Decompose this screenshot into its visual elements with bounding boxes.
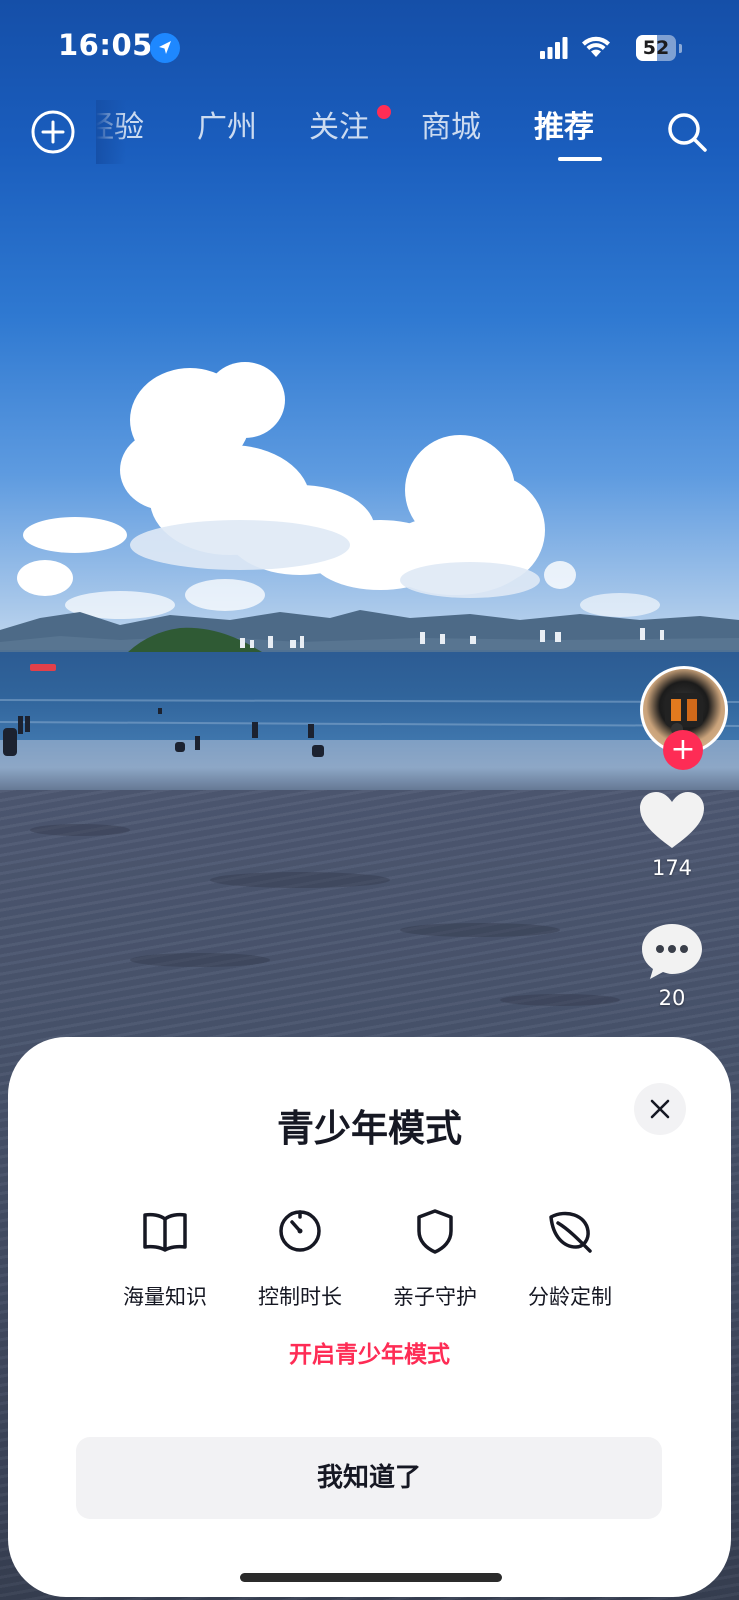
book-icon [143, 1212, 187, 1252]
battery-indicator: 52 [636, 35, 682, 61]
feature-label: 亲子守护 [393, 1285, 477, 1309]
leaf-icon [549, 1211, 592, 1253]
status-time: 16:05 [58, 28, 153, 62]
wifi-icon [582, 36, 610, 57]
comment-count: 20 [658, 986, 686, 1010]
home-indicator [240, 1573, 502, 1582]
shield-icon [417, 1209, 453, 1254]
following-notification-dot [377, 105, 391, 119]
sheet-title: 青少年模式 [277, 1107, 462, 1150]
close-button[interactable] [634, 1083, 686, 1135]
follow-button[interactable]: + [663, 730, 703, 770]
status-bar: 16:05 52 [0, 0, 739, 96]
feature-label: 分龄定制 [528, 1285, 612, 1309]
battery-percentage: 52 [642, 37, 670, 59]
acknowledge-button[interactable]: 我知道了 [76, 1437, 662, 1519]
location-arrow-icon [150, 33, 180, 63]
timer-icon [279, 1210, 321, 1252]
heart-icon[interactable] [640, 792, 704, 850]
active-tab-indicator [558, 157, 602, 161]
action-rail: + 174 20 [630, 660, 734, 1040]
close-icon [650, 1099, 670, 1119]
teen-mode-sheet: 青少年模式 海量知识 控制时长 亲子守护 分龄定制 开启青少年模式 我知道了 [8, 1037, 731, 1597]
enable-teen-mode-link[interactable]: 开启青少年模式 [8, 1335, 731, 1369]
like-count: 174 [651, 856, 693, 880]
feature-label: 控制时长 [258, 1285, 342, 1309]
tab-mall[interactable]: 商城 [421, 108, 481, 148]
feature-label: 海量知识 [123, 1285, 207, 1309]
add-icon[interactable] [30, 109, 76, 155]
search-icon[interactable] [664, 109, 710, 155]
comment-icon[interactable] [640, 922, 704, 980]
tab-guangzhou[interactable]: 广州 [197, 108, 257, 148]
feed-tabs: 经验 广州 关注 商城 推荐 [96, 100, 656, 164]
cellular-signal-icon [540, 37, 568, 59]
tab-following[interactable]: 关注 [309, 108, 369, 148]
tab-recommended[interactable]: 推荐 [534, 108, 594, 148]
